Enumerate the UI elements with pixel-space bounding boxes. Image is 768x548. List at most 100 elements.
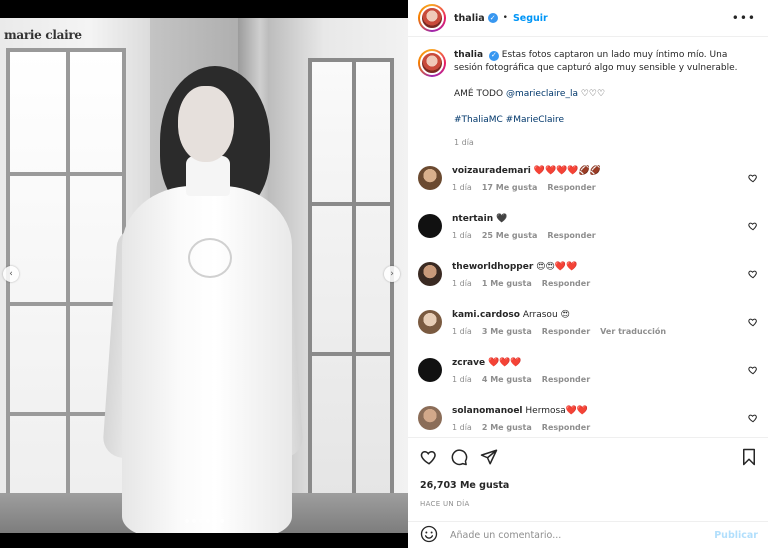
hashtag-links[interactable]: #ThaliaMC #MarieClaire xyxy=(454,115,564,125)
caption: thalia ✓ Estas fotos captaron un lado mu… xyxy=(408,37,768,149)
comment-text: theworldhopper 😍😍❤️❤️ xyxy=(452,261,590,274)
add-comment-bar: Publicar xyxy=(408,521,768,548)
comment-item: voizaurademari ❤️❤️❤️❤️🏈🏈 1 día 17 Me gust… xyxy=(408,163,768,211)
prev-photo-button[interactable]: ‹ xyxy=(3,266,19,282)
mention-link[interactable]: @marieclaire_la xyxy=(506,89,578,99)
carousel-dot xyxy=(184,519,189,523)
caption-hearts: ♡♡♡ xyxy=(577,89,606,99)
bookmark-icon[interactable] xyxy=(740,448,758,469)
comment-body: ntertain 🖤 1 día 25 Me gusta Responder xyxy=(452,211,596,259)
carousel-dot xyxy=(212,519,217,523)
carousel-dots xyxy=(0,519,408,523)
post-header: thalia ✓ • Seguir ••• xyxy=(408,0,768,37)
next-photo-button[interactable]: › xyxy=(384,266,400,282)
avatar[interactable] xyxy=(418,406,442,430)
photo-pane: marie claire ‹ › xyxy=(0,0,408,548)
post-actions: 26,703 Me gusta HACE UN DÍA xyxy=(408,437,768,508)
comment-likes[interactable]: 2 Me gusta xyxy=(482,423,532,432)
post-modal: marie claire ‹ › thalia ✓ • Seguir ••• t… xyxy=(0,0,768,548)
comment-username[interactable]: theworldhopper xyxy=(452,262,533,272)
comment-meta: 1 día 17 Me gusta Responder xyxy=(452,183,601,192)
avatar[interactable] xyxy=(418,262,442,286)
header-username[interactable]: thalia xyxy=(454,13,485,24)
photo-collar xyxy=(186,156,230,196)
comment-time: 1 día xyxy=(452,279,472,288)
comment-like-heart-icon[interactable] xyxy=(748,269,758,282)
caption-time: 1 día xyxy=(454,138,474,147)
comment-like-heart-icon[interactable] xyxy=(748,173,758,186)
carousel-dot xyxy=(191,519,196,523)
comment-text: ntertain 🖤 xyxy=(452,213,596,226)
reply-button[interactable]: Responder xyxy=(547,231,595,240)
comment-like-heart-icon[interactable] xyxy=(748,413,758,426)
comment-username[interactable]: kami.cardoso xyxy=(452,310,520,320)
comments-scroll[interactable]: thalia ✓ Estas fotos captaron un lado mu… xyxy=(408,37,768,437)
comment-username[interactable]: solanomanoel xyxy=(452,406,523,416)
comment-text: zcrave ❤️❤️❤️ xyxy=(452,357,590,370)
comment-likes[interactable]: 3 Me gusta xyxy=(482,327,532,336)
comment-body: theworldhopper 😍😍❤️❤️ 1 día 1 Me gusta Resp… xyxy=(452,259,590,307)
comment-body: zcrave ❤️❤️❤️ 1 día 4 Me gusta Responder xyxy=(452,355,590,403)
comment-content: Hermosa❤️❤️ xyxy=(525,406,589,416)
comment-time: 1 día xyxy=(452,327,472,336)
comment-item: kami.cardoso Arrasou 😍 1 día 3 Me gusta Res… xyxy=(408,307,768,355)
comment-likes[interactable]: 1 Me gusta xyxy=(482,279,532,288)
share-icon[interactable] xyxy=(480,448,498,469)
chevron-right-icon: › xyxy=(390,269,394,279)
avatar[interactable] xyxy=(418,358,442,382)
comment-text: solanomanoel Hermosa❤️❤️ xyxy=(452,405,590,418)
reply-button[interactable]: Responder xyxy=(542,327,590,336)
avatar[interactable] xyxy=(418,4,446,32)
comment-username[interactable]: ntertain xyxy=(452,214,493,224)
comment-username[interactable]: zcrave xyxy=(452,358,485,368)
comment-input[interactable] xyxy=(450,529,715,541)
comment-icon[interactable] xyxy=(450,448,468,469)
comment-body: kami.cardoso Arrasou 😍 1 día 3 Me gusta Res… xyxy=(452,307,666,355)
comment-likes[interactable]: 25 Me gusta xyxy=(482,231,538,240)
comment-content: ❤️❤️❤️❤️🏈🏈 xyxy=(533,166,602,176)
emoji-icon[interactable] xyxy=(420,525,438,546)
post-photo[interactable]: marie claire xyxy=(0,18,408,533)
more-options-icon[interactable]: ••• xyxy=(732,11,756,25)
comment-time: 1 día xyxy=(452,423,472,432)
like-heart-icon[interactable] xyxy=(420,448,438,469)
comment-content: ❤️❤️❤️ xyxy=(487,358,522,368)
comment-content: 😍😍❤️❤️ xyxy=(536,262,578,272)
posted-time: HACE UN DÍA xyxy=(420,500,470,508)
reply-button[interactable]: Responder xyxy=(547,183,595,192)
comment-body: voizaurademari ❤️❤️❤️❤️🏈🏈 1 día 17 Me gust… xyxy=(452,163,601,211)
carousel-dot xyxy=(205,519,210,523)
reply-button[interactable]: Responder xyxy=(542,375,590,384)
caption-body: thalia ✓ Estas fotos captaron un lado mu… xyxy=(454,49,754,149)
comments-list: voizaurademari ❤️❤️❤️❤️🏈🏈 1 día 17 Me gust… xyxy=(408,163,768,437)
comment-time: 1 día xyxy=(452,183,472,192)
comment-likes[interactable]: 4 Me gusta xyxy=(482,375,532,384)
comment-like-heart-icon[interactable] xyxy=(748,221,758,234)
comment-text: voizaurademari ❤️❤️❤️❤️🏈🏈 xyxy=(452,165,601,178)
comment-likes[interactable]: 17 Me gusta xyxy=(482,183,538,192)
comment-meta: 1 día 25 Me gusta Responder xyxy=(452,231,596,240)
avatar[interactable] xyxy=(418,214,442,238)
likes-count[interactable]: 26,703 Me gusta xyxy=(420,480,758,491)
reply-button[interactable]: Responder xyxy=(542,279,590,288)
publish-button[interactable]: Publicar xyxy=(714,530,758,541)
avatar[interactable] xyxy=(418,310,442,334)
caption-avatar[interactable] xyxy=(418,49,446,77)
comment-meta: 1 día 1 Me gusta Responder xyxy=(452,279,590,288)
header-separator: • xyxy=(502,13,508,23)
caption-username[interactable]: thalia xyxy=(454,50,483,60)
avatar[interactable] xyxy=(418,166,442,190)
reply-button[interactable]: Responder xyxy=(542,423,590,432)
comment-meta: 1 día 3 Me gusta Responder Ver traducción xyxy=(452,327,666,336)
comment-meta: 1 día 2 Me gusta Responder xyxy=(452,423,590,432)
marie-claire-logo: marie claire xyxy=(4,28,82,42)
see-translation-button[interactable]: Ver traducción xyxy=(600,327,666,336)
comment-like-heart-icon[interactable] xyxy=(748,317,758,330)
follow-button[interactable]: Seguir xyxy=(513,13,548,24)
comment-meta: 1 día 4 Me gusta Responder xyxy=(452,375,590,384)
comment-item: ntertain 🖤 1 día 25 Me gusta Responder xyxy=(408,211,768,259)
comment-like-heart-icon[interactable] xyxy=(748,365,758,378)
photo-right-window xyxy=(308,58,394,498)
comment-username[interactable]: voizaurademari xyxy=(452,166,531,176)
comment-content: 🖤 xyxy=(496,214,508,224)
